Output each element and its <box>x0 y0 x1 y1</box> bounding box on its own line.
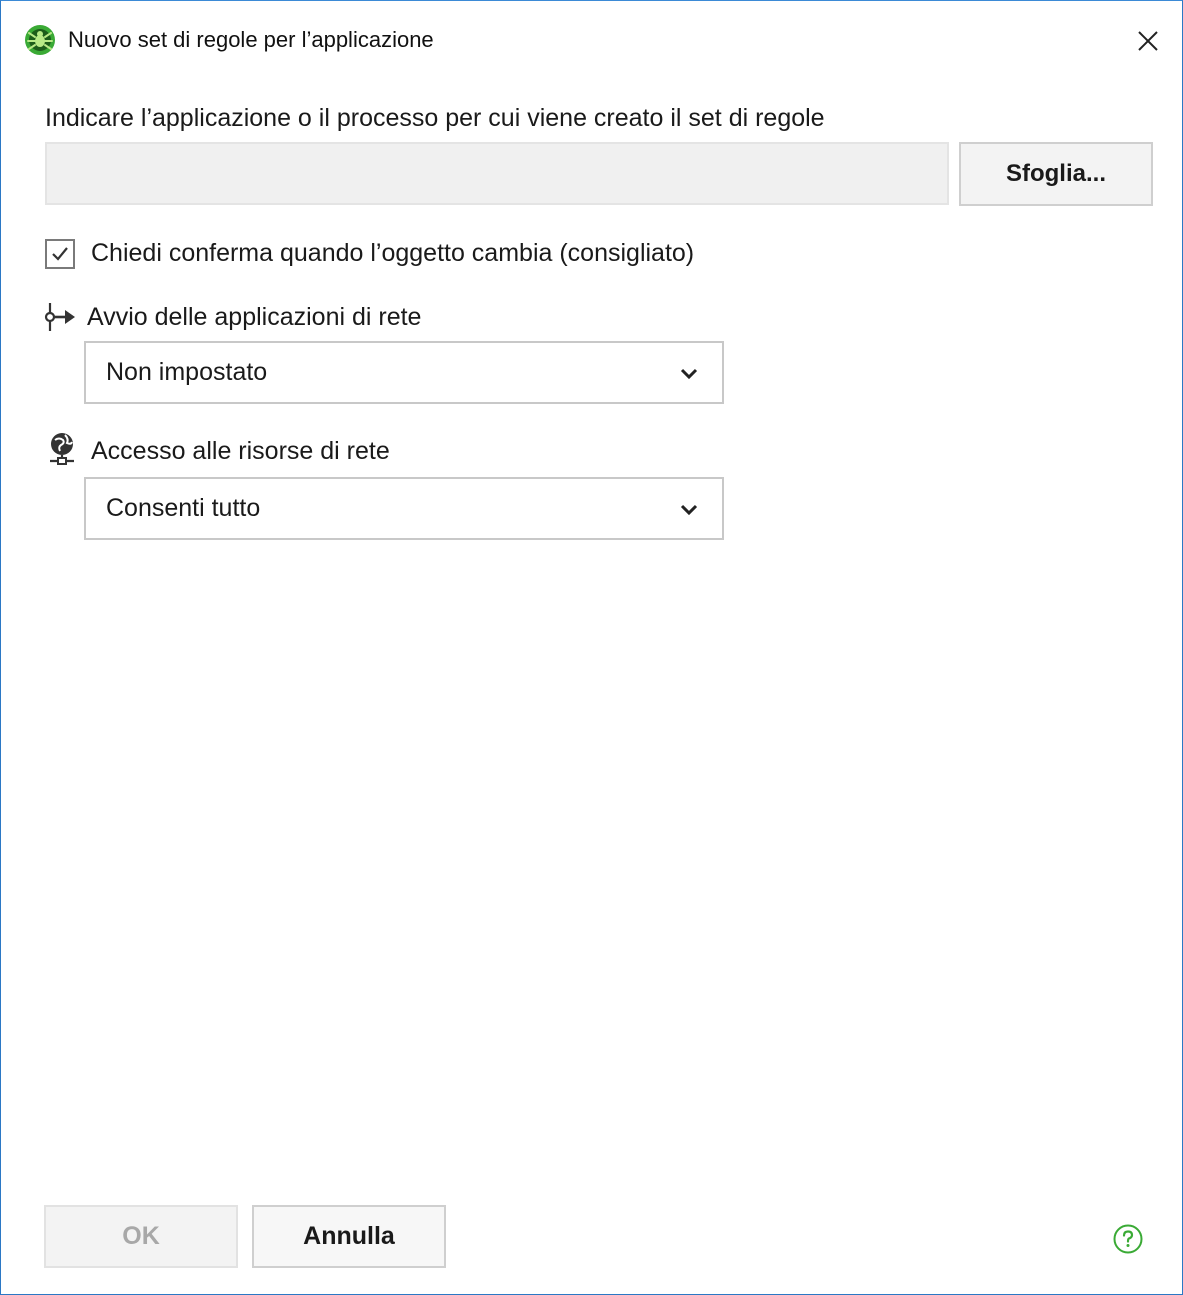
close-button[interactable] <box>1126 19 1170 63</box>
dialog-window: Nuovo set di regole per l’applicazione I… <box>0 0 1183 1295</box>
ok-button[interactable]: OK <box>44 1205 238 1268</box>
window-title: Nuovo set di regole per l’applicazione <box>68 27 434 52</box>
title-bar: Nuovo set di regole per l’applicazione <box>1 1 1182 79</box>
checkmark-icon <box>52 247 68 261</box>
help-icon[interactable] <box>1112 1223 1144 1255</box>
chevron-down-icon <box>680 504 698 516</box>
close-icon <box>1138 31 1158 51</box>
network-resources-dropdown[interactable]: Consenti tutto <box>84 477 724 540</box>
network-resources-label: Accesso alle risorse di rete <box>91 437 390 465</box>
dr-web-spider-icon <box>25 25 55 55</box>
network-app-start-label: Avvio delle applicazioni di rete <box>87 303 422 331</box>
confirm-change-checkbox[interactable] <box>45 239 75 269</box>
confirm-change-label[interactable]: Chiedi conferma quando l’oggetto cambia … <box>91 237 694 269</box>
chevron-down-icon <box>680 368 698 380</box>
application-prompt-label: Indicare l’applicazione o il processo pe… <box>45 104 825 132</box>
application-path-input[interactable] <box>45 142 949 205</box>
network-resources-value: Consenti tutto <box>106 494 261 522</box>
cancel-button[interactable]: Annulla <box>252 1205 446 1268</box>
network-app-start-value: Non impostato <box>106 358 268 386</box>
browse-button[interactable]: Sfoglia... <box>959 142 1153 206</box>
globe-network-icon <box>50 433 74 465</box>
network-app-start-dropdown[interactable]: Non impostato <box>84 341 724 404</box>
network-app-launch-icon <box>44 303 75 331</box>
